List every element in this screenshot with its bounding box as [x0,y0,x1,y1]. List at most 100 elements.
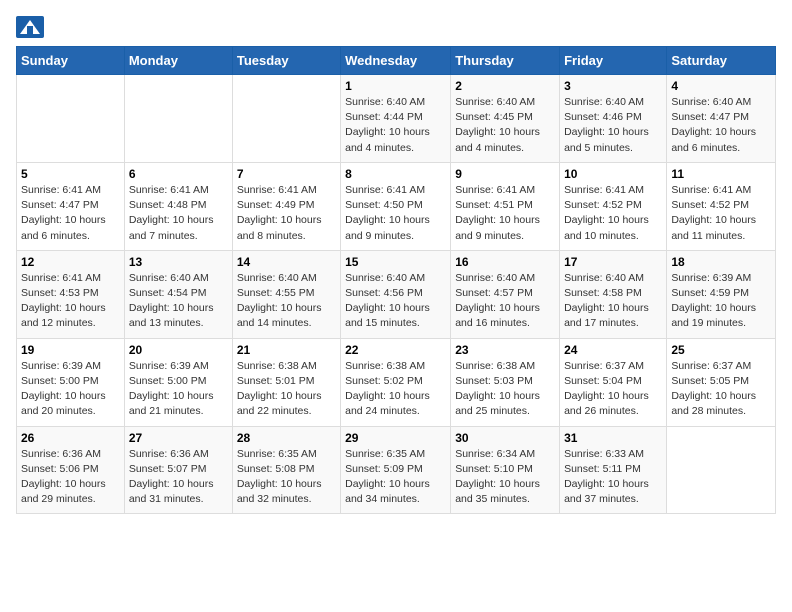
day-number: 17 [564,255,662,269]
day-number: 6 [129,167,228,181]
day-number: 30 [455,431,555,445]
day-info: Sunrise: 6:39 AM Sunset: 5:00 PM Dayligh… [129,359,228,420]
calendar-cell: 7Sunrise: 6:41 AM Sunset: 4:49 PM Daylig… [232,162,340,250]
day-info: Sunrise: 6:40 AM Sunset: 4:47 PM Dayligh… [671,95,771,156]
calendar-cell: 15 Sunrise: 6:40 AM Sunset: 4:56 PM Dayli… [341,250,451,338]
calendar-cell: 23 Sunrise: 6:38 AM Sunset: 5:03 PM Dayli… [451,338,560,426]
day-number: 28 [237,431,336,445]
day-info: Sunrise: 6:38 AM Sunset: 5:02 PM Dayligh… [345,359,446,420]
calendar-cell: 22 Sunrise: 6:38 AM Sunset: 5:02 PM Dayli… [341,338,451,426]
calendar-cell: 2 Sunrise: 6:40 AM Sunset: 4:45 PM Daylig… [451,75,560,163]
day-info: Sunrise: 6:40 AM Sunset: 4:57 PM Dayligh… [455,271,555,332]
calendar-table: SundayMondayTuesdayWednesdayThursdayFrid… [16,46,776,514]
day-number: 27 [129,431,228,445]
logo-icon [16,16,44,38]
day-info: Sunrise: 6:37 AM Sunset: 5:05 PM Dayligh… [671,359,771,420]
calendar-cell: 16Sunrise: 6:40 AM Sunset: 4:57 PM Dayli… [451,250,560,338]
day-info: Sunrise: 6:41 AM Sunset: 4:47 PM Dayligh… [21,183,120,244]
calendar-cell [667,426,776,514]
day-info: Sunrise: 6:41 AM Sunset: 4:52 PM Dayligh… [671,183,771,244]
day-info: Sunrise: 6:41 AM Sunset: 4:50 PM Dayligh… [345,183,446,244]
weekday-header: Wednesday [341,47,451,75]
calendar-cell: 19 Sunrise: 6:39 AM Sunset: 5:00 PM Dayli… [17,338,125,426]
day-number: 4 [671,79,771,93]
day-info: Sunrise: 6:41 AM Sunset: 4:49 PM Dayligh… [237,183,336,244]
calendar-week-row: 1Sunrise: 6:40 AM Sunset: 4:44 PM Daylig… [17,75,776,163]
calendar-cell: 5 Sunrise: 6:41 AM Sunset: 4:47 PM Daylig… [17,162,125,250]
weekday-header: Saturday [667,47,776,75]
day-number: 10 [564,167,662,181]
day-number: 2 [455,79,555,93]
day-number: 20 [129,343,228,357]
calendar-cell: 24 Sunrise: 6:37 AM Sunset: 5:04 PM Dayli… [560,338,667,426]
calendar-cell [232,75,340,163]
day-number: 13 [129,255,228,269]
day-number: 3 [564,79,662,93]
calendar-cell: 26Sunrise: 6:36 AM Sunset: 5:06 PM Dayli… [17,426,125,514]
calendar-cell: 14 Sunrise: 6:40 AM Sunset: 4:55 PM Dayli… [232,250,340,338]
calendar-cell: 13 Sunrise: 6:40 AM Sunset: 4:54 PM Dayli… [124,250,232,338]
day-number: 19 [21,343,120,357]
day-info: Sunrise: 6:40 AM Sunset: 4:54 PM Dayligh… [129,271,228,332]
calendar-cell: 30Sunrise: 6:34 AM Sunset: 5:10 PM Dayli… [451,426,560,514]
day-number: 9 [455,167,555,181]
weekday-header: Tuesday [232,47,340,75]
header-row: SundayMondayTuesdayWednesdayThursdayFrid… [17,47,776,75]
day-info: Sunrise: 6:33 AM Sunset: 5:11 PM Dayligh… [564,447,662,508]
calendar-cell [124,75,232,163]
day-number: 29 [345,431,446,445]
calendar-cell: 21 Sunrise: 6:38 AM Sunset: 5:01 PM Dayli… [232,338,340,426]
day-info: Sunrise: 6:41 AM Sunset: 4:48 PM Dayligh… [129,183,228,244]
page-header [16,16,776,38]
calendar-cell: 31Sunrise: 6:33 AM Sunset: 5:11 PM Dayli… [560,426,667,514]
calendar-cell: 25Sunrise: 6:37 AM Sunset: 5:05 PM Dayli… [667,338,776,426]
calendar-week-row: 5 Sunrise: 6:41 AM Sunset: 4:47 PM Daylig… [17,162,776,250]
calendar-cell: 8Sunrise: 6:41 AM Sunset: 4:50 PM Daylig… [341,162,451,250]
calendar-week-row: 19 Sunrise: 6:39 AM Sunset: 5:00 PM Dayli… [17,338,776,426]
calendar-cell: 11Sunrise: 6:41 AM Sunset: 4:52 PM Dayli… [667,162,776,250]
calendar-cell: 20 Sunrise: 6:39 AM Sunset: 5:00 PM Dayli… [124,338,232,426]
day-info: Sunrise: 6:38 AM Sunset: 5:03 PM Dayligh… [455,359,555,420]
day-info: Sunrise: 6:40 AM Sunset: 4:56 PM Dayligh… [345,271,446,332]
day-info: Sunrise: 6:40 AM Sunset: 4:46 PM Dayligh… [564,95,662,156]
day-number: 12 [21,255,120,269]
calendar-cell: 9Sunrise: 6:41 AM Sunset: 4:51 PM Daylig… [451,162,560,250]
calendar-cell: 17 Sunrise: 6:40 AM Sunset: 4:58 PM Dayli… [560,250,667,338]
day-info: Sunrise: 6:40 AM Sunset: 4:45 PM Dayligh… [455,95,555,156]
weekday-header: Friday [560,47,667,75]
weekday-header: Monday [124,47,232,75]
day-number: 18 [671,255,771,269]
calendar-cell: 6 Sunrise: 6:41 AM Sunset: 4:48 PM Daylig… [124,162,232,250]
day-info: Sunrise: 6:37 AM Sunset: 5:04 PM Dayligh… [564,359,662,420]
day-number: 14 [237,255,336,269]
day-number: 24 [564,343,662,357]
calendar-cell: 1Sunrise: 6:40 AM Sunset: 4:44 PM Daylig… [341,75,451,163]
day-number: 22 [345,343,446,357]
calendar-cell: 10Sunrise: 6:41 AM Sunset: 4:52 PM Dayli… [560,162,667,250]
day-number: 21 [237,343,336,357]
day-info: Sunrise: 6:39 AM Sunset: 5:00 PM Dayligh… [21,359,120,420]
day-info: Sunrise: 6:35 AM Sunset: 5:08 PM Dayligh… [237,447,336,508]
calendar-cell: 29 Sunrise: 6:35 AM Sunset: 5:09 PM Dayli… [341,426,451,514]
weekday-header: Sunday [17,47,125,75]
calendar-cell: 4 Sunrise: 6:40 AM Sunset: 4:47 PM Daylig… [667,75,776,163]
day-info: Sunrise: 6:40 AM Sunset: 4:58 PM Dayligh… [564,271,662,332]
calendar-cell: 12 Sunrise: 6:41 AM Sunset: 4:53 PM Dayli… [17,250,125,338]
day-info: Sunrise: 6:39 AM Sunset: 4:59 PM Dayligh… [671,271,771,332]
calendar-cell [17,75,125,163]
day-info: Sunrise: 6:38 AM Sunset: 5:01 PM Dayligh… [237,359,336,420]
calendar-cell: 18 Sunrise: 6:39 AM Sunset: 4:59 PM Dayli… [667,250,776,338]
calendar-cell: 28 Sunrise: 6:35 AM Sunset: 5:08 PM Dayli… [232,426,340,514]
day-number: 23 [455,343,555,357]
calendar-cell: 27Sunrise: 6:36 AM Sunset: 5:07 PM Dayli… [124,426,232,514]
day-number: 15 [345,255,446,269]
day-number: 5 [21,167,120,181]
day-info: Sunrise: 6:40 AM Sunset: 4:55 PM Dayligh… [237,271,336,332]
calendar-cell: 3 Sunrise: 6:40 AM Sunset: 4:46 PM Daylig… [560,75,667,163]
day-info: Sunrise: 6:41 AM Sunset: 4:53 PM Dayligh… [21,271,120,332]
calendar-header: SundayMondayTuesdayWednesdayThursdayFrid… [17,47,776,75]
day-info: Sunrise: 6:35 AM Sunset: 5:09 PM Dayligh… [345,447,446,508]
calendar-body: 1Sunrise: 6:40 AM Sunset: 4:44 PM Daylig… [17,75,776,514]
weekday-header: Thursday [451,47,560,75]
day-info: Sunrise: 6:36 AM Sunset: 5:06 PM Dayligh… [21,447,120,508]
